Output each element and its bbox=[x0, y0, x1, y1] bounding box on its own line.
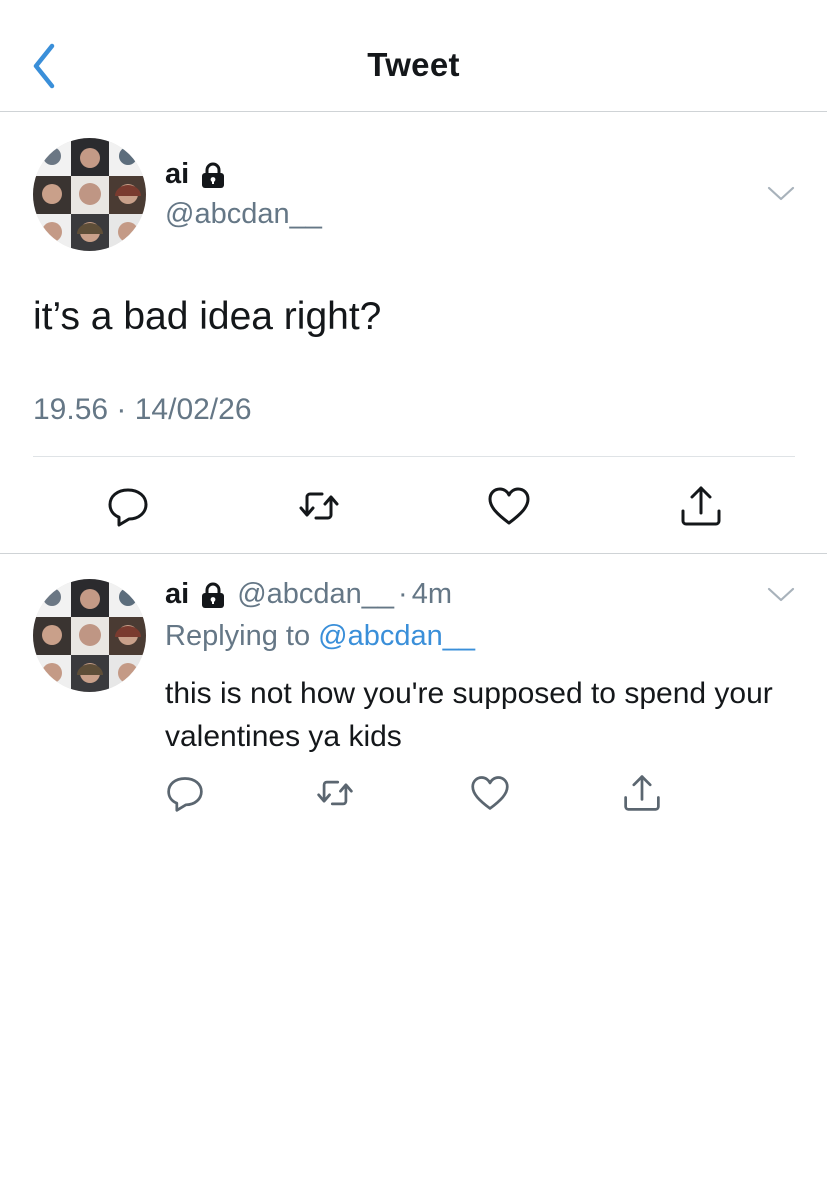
share-button[interactable] bbox=[679, 484, 723, 528]
like-button[interactable] bbox=[487, 484, 531, 528]
tweet-timestamp: 19.56 · 14/02/26 bbox=[33, 393, 252, 426]
author-name[interactable]: ai bbox=[165, 158, 227, 191]
reply-age: 4m bbox=[411, 578, 452, 610]
share-icon bbox=[681, 486, 721, 526]
tweet-text: it’s a bad idea right? bbox=[33, 295, 382, 338]
retweet-icon bbox=[317, 780, 353, 806]
reply-text: this is not how you're supposed to spend… bbox=[165, 677, 773, 753]
page-title: Tweet bbox=[367, 46, 460, 83]
like-icon bbox=[471, 776, 509, 810]
share-button[interactable] bbox=[622, 773, 662, 813]
replying-mention-link[interactable]: @abcdan__ bbox=[318, 620, 475, 652]
chevron-down-icon[interactable] bbox=[766, 585, 796, 605]
chevron-down-icon[interactable] bbox=[766, 184, 796, 204]
reply-display-name[interactable]: ai bbox=[165, 578, 189, 611]
reply-handle[interactable]: @abcdan__ bbox=[237, 578, 394, 611]
reply-icon bbox=[108, 488, 148, 527]
reply-icon bbox=[167, 777, 203, 812]
avatar[interactable] bbox=[33, 138, 146, 251]
like-icon bbox=[488, 487, 530, 525]
retweet-icon bbox=[299, 492, 339, 520]
retweet-button[interactable] bbox=[297, 484, 341, 528]
reply-avatar[interactable] bbox=[33, 579, 146, 692]
divider bbox=[0, 553, 827, 554]
author-handle[interactable]: @abcdan__ bbox=[165, 198, 322, 231]
replying-to: Replying to @abcdan__ bbox=[165, 620, 475, 653]
lock-icon bbox=[202, 582, 225, 608]
separator-dot: · bbox=[398, 578, 408, 610]
reply-header: ai @abcdan__ · 4m bbox=[165, 578, 452, 611]
nav-bar: Tweet bbox=[0, 0, 827, 112]
reply-button[interactable] bbox=[106, 484, 150, 528]
display-name: ai bbox=[165, 158, 190, 190]
divider bbox=[33, 456, 795, 457]
lock-icon bbox=[202, 162, 225, 188]
share-icon bbox=[624, 775, 660, 811]
replying-prefix: Replying to bbox=[165, 620, 319, 652]
reply-button[interactable] bbox=[165, 773, 205, 813]
retweet-button[interactable] bbox=[315, 773, 355, 813]
like-button[interactable] bbox=[470, 773, 510, 813]
